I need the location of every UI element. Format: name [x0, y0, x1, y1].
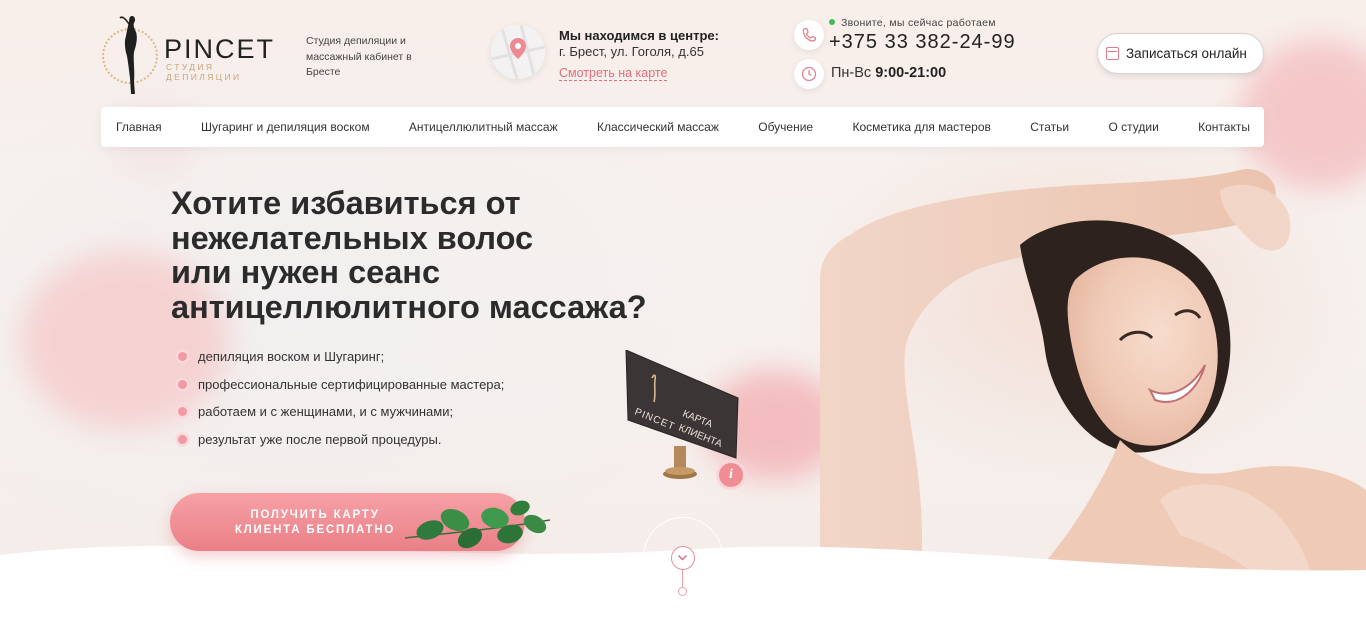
clock-icon: [794, 59, 824, 89]
working-hours: Пн-Вс 9:00-21:00: [831, 65, 946, 81]
map-pin-icon: [491, 25, 545, 79]
chevron-down-icon: [677, 554, 688, 561]
logo-figure-icon: [119, 16, 137, 94]
hero-heading-line4: антицеллюлитного массажа?: [171, 288, 647, 325]
hero-heading-line1: Хотите избавиться от: [171, 185, 521, 221]
nav-item-cosmetics[interactable]: Косметика для мастеров: [852, 120, 990, 134]
working-status: Звоните, мы сейчас работаем: [829, 17, 996, 29]
hero-heading-line3: или нужен сеанс: [171, 254, 441, 290]
list-item: профессиональные сертифицированные масте…: [178, 375, 504, 403]
brand-logo[interactable]: PINCET СТУДИЯ ДЕПИЛЯЦИИ: [100, 12, 285, 96]
get-client-card-label: ПОЛУЧИТЬ КАРТУ КЛИЕНТА БЕСПЛАТНО: [234, 509, 396, 536]
location-address: г. Брест, ул. Гоголя, д.65: [559, 44, 704, 59]
nav-item-home[interactable]: Главная: [116, 120, 162, 134]
calendar-icon: [1106, 47, 1119, 60]
hero-heading-line2: нежелательных волос: [171, 219, 534, 256]
nav-item-classic-massage[interactable]: Классический массаж: [597, 120, 719, 134]
status-online-dot: [829, 19, 835, 25]
list-item: работаем и с женщинами, и с мужчинами;: [178, 402, 504, 430]
book-online-label: Записаться онлайн: [1126, 46, 1247, 61]
scroll-down-button[interactable]: [671, 546, 695, 570]
leaves-decoration: [404, 500, 551, 549]
hours-time: 9:00-21:00: [875, 65, 947, 81]
nav-item-about[interactable]: О студии: [1108, 120, 1158, 134]
brand-name: PINCET: [164, 34, 276, 64]
nav-item-contacts[interactable]: Контакты: [1198, 120, 1250, 134]
phone-number-link[interactable]: +375 33 382-24-99: [829, 31, 1016, 54]
list-item: результат уже после первой процедуры.: [178, 430, 504, 458]
nav-item-anticellulite[interactable]: Антицеллюлитный массаж: [409, 120, 558, 134]
location-map-thumbnail[interactable]: [491, 25, 545, 79]
hero-heading: Хотите избавиться от нежелательных волос…: [171, 186, 647, 324]
hours-days: Пн-Вс: [831, 65, 872, 81]
hero-benefits-list: депиляция воском и Шугаринг; профессиона…: [178, 347, 504, 457]
nav-item-sugaring[interactable]: Шугаринг и депиляция воском: [201, 120, 370, 134]
book-online-button[interactable]: Записаться онлайн: [1097, 33, 1264, 74]
nav-item-articles[interactable]: Статьи: [1030, 120, 1069, 134]
view-map-link[interactable]: Смотреть на карте: [559, 66, 668, 81]
list-item: депиляция воском и Шугаринг;: [178, 347, 504, 375]
main-nav: Главная Шугаринг и депиляция воском Анти…: [101, 107, 1264, 147]
phone-icon: [794, 20, 824, 50]
hero-woman-image: [820, 169, 1366, 590]
status-text: Звоните, мы сейчас работаем: [841, 17, 996, 29]
nav-item-training[interactable]: Обучение: [758, 120, 813, 134]
scroll-dot: [678, 587, 687, 596]
brand-tagline: Студия депиляции и массажный кабинет в Б…: [306, 35, 412, 78]
location-title: Мы находимся в центре:: [559, 28, 719, 43]
brand-subtitle: СТУДИЯ ДЕПИЛЯЦИИ: [166, 62, 242, 82]
page: PINCET СТУДИЯ ДЕПИЛЯЦИИ Студия депиляции…: [0, 0, 1366, 625]
client-card-info-button[interactable]: i: [716, 460, 746, 490]
